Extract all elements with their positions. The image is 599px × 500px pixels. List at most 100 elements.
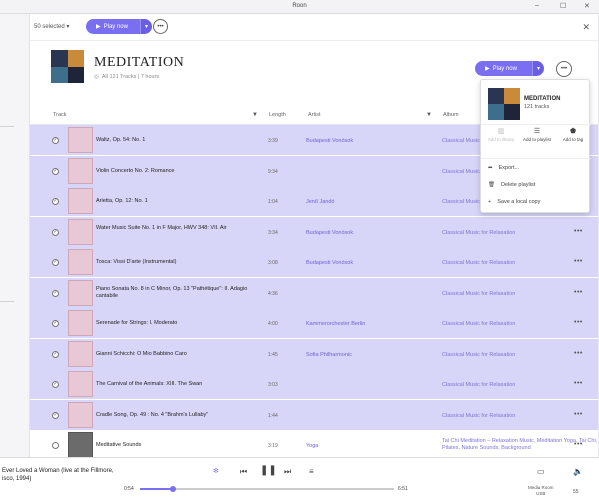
album-thumbnail bbox=[68, 188, 93, 214]
album-thumbnail bbox=[68, 432, 93, 458]
volume-level: 55 bbox=[573, 489, 579, 495]
add-to-tag-button[interactable]: ⬟ Add to tag bbox=[555, 128, 591, 143]
queue-icon[interactable]: ≡ bbox=[309, 467, 314, 476]
add-to-playlist-button[interactable]: ☰ Add to playlist bbox=[519, 128, 555, 143]
track-length: 3:03 bbox=[268, 382, 278, 388]
playlist-play-options-button[interactable]: ▾ bbox=[532, 61, 544, 76]
row-more-icon[interactable]: ••• bbox=[574, 289, 583, 296]
track-artist[interactable]: Budapesti Vonósok bbox=[306, 230, 353, 236]
track-album[interactable]: Classical Music for Relaxation bbox=[442, 382, 515, 388]
row-checkbox[interactable]: ✓ bbox=[52, 320, 59, 327]
window-close-icon[interactable]: ✕ bbox=[584, 2, 590, 10]
seek-handle[interactable] bbox=[170, 486, 177, 492]
row-checkbox[interactable]: ✓ bbox=[52, 228, 59, 236]
track-artist[interactable]: Kammerorchester Berlin bbox=[306, 321, 365, 327]
table-row[interactable]: Meditative Sounds 3:19 Yoga Tai Chi Meditat… bbox=[30, 430, 598, 460]
radio-icon[interactable]: ✻ bbox=[213, 467, 219, 475]
playlist-context-menu: MEDITATION 121 tracks ▥ Add to library ☰… bbox=[480, 79, 591, 213]
row-more-icon[interactable]: ••• bbox=[574, 319, 583, 326]
track-title[interactable]: Cradle Song, Op. 49 : No. 4 "Brahm's Lul… bbox=[96, 412, 266, 419]
volume-icon[interactable]: 🔈 bbox=[573, 467, 583, 476]
selection-count-dropdown[interactable]: 50 selected ▾ bbox=[34, 23, 69, 30]
track-title[interactable]: Arietta, Op. 12: No. 1 bbox=[96, 198, 266, 205]
track-title[interactable]: The Carnival of the Animals: XIII. The S… bbox=[96, 381, 266, 388]
track-artist[interactable]: Budapesti Vonósok bbox=[306, 138, 353, 144]
column-track[interactable]: Track bbox=[53, 112, 67, 118]
track-length: 1:45 bbox=[268, 351, 278, 358]
row-checkbox[interactable]: ✓ bbox=[52, 259, 59, 266]
table-row[interactable]: ✓ The Carnival of the Animals: XIII. The … bbox=[30, 369, 598, 399]
selection-bar: 50 selected ▾ ▶ Play now ▾ ••• ✕ bbox=[30, 14, 598, 41]
track-title[interactable]: Tosca: Vissi D'arte (Instrumental) bbox=[96, 259, 266, 266]
row-more-icon[interactable]: ••• bbox=[574, 350, 583, 357]
filter-icon[interactable]: ▼ bbox=[426, 112, 432, 118]
menu-track-count: 121 tracks bbox=[524, 104, 550, 110]
table-row[interactable]: ✓ Cradle Song, Op. 49 : No. 4 "Brahm's Lu… bbox=[30, 399, 598, 430]
row-checkbox[interactable]: ✓ bbox=[52, 167, 59, 175]
track-title[interactable]: Water Music Suite No. 1 in F Major, HWV … bbox=[96, 225, 266, 232]
now-playing-title[interactable]: Ever Loved a Woman (live at the Fillmore… bbox=[2, 467, 114, 483]
globe-icon: ◎ bbox=[94, 74, 99, 80]
track-album[interactable]: Classical Music for Relaxation bbox=[442, 321, 515, 327]
column-length[interactable]: Length bbox=[269, 112, 286, 118]
table-row[interactable]: ✓ Water Music Suite No. 1 in F Major, HWV… bbox=[30, 216, 598, 247]
maximize-icon[interactable]: ☐ bbox=[560, 2, 566, 10]
minimize-icon[interactable]: – bbox=[535, 2, 539, 9]
track-title[interactable]: Waltz, Op. 54: No. 1 bbox=[96, 137, 266, 144]
more-dots-icon: ••• bbox=[157, 23, 164, 30]
track-title[interactable]: Violin Concerto No. 2: Romance bbox=[96, 168, 266, 175]
track-album[interactable]: Classical Music for Relaxation bbox=[442, 260, 515, 266]
row-checkbox[interactable]: ✓ bbox=[52, 411, 59, 419]
seek-bar[interactable] bbox=[140, 486, 394, 492]
track-title[interactable]: Meditative Sounds bbox=[96, 442, 266, 449]
row-checkbox[interactable]: ✓ bbox=[52, 350, 59, 358]
table-row[interactable]: ✓ Tosca: Vissi D'arte (Instrumental) 3:08 B… bbox=[30, 247, 598, 277]
track-album[interactable]: Classical Music for Relaxation bbox=[442, 230, 515, 236]
track-artist[interactable]: Budapesti Vonósok bbox=[306, 260, 353, 266]
selection-more-button[interactable]: ••• bbox=[153, 19, 168, 34]
track-length: 3:08 bbox=[268, 260, 278, 266]
row-checkbox[interactable]: ✓ bbox=[52, 137, 59, 144]
playlist-play-now-button[interactable]: ▶ Play now bbox=[475, 61, 532, 76]
track-title[interactable]: Gianni Schicchi: O Mio Babbino Caro bbox=[96, 351, 266, 358]
seek-progress bbox=[140, 488, 174, 490]
pause-icon[interactable]: ❚❚ bbox=[260, 465, 277, 476]
column-album[interactable]: Album bbox=[443, 112, 459, 118]
selection-play-now-button[interactable]: ▶ Play now bbox=[86, 19, 140, 34]
row-checkbox[interactable] bbox=[52, 442, 59, 449]
menu-playlist-cover bbox=[488, 88, 520, 120]
row-more-icon[interactable]: ••• bbox=[574, 258, 583, 265]
track-title[interactable]: Piano Sonata No. 8 in C Minor, Op. 13 "P… bbox=[96, 286, 266, 300]
menu-item-save-local-copy[interactable]: + Save a local copy bbox=[488, 199, 540, 205]
selection-play-options-button[interactable]: ▾ bbox=[140, 19, 152, 34]
row-more-icon[interactable]: ••• bbox=[574, 228, 583, 235]
row-more-icon[interactable]: ••• bbox=[574, 441, 583, 448]
track-artist[interactable]: Sofia Philharmonic bbox=[306, 352, 352, 358]
track-title[interactable]: Serenade for Strings: I. Moderato bbox=[96, 320, 266, 327]
row-more-icon[interactable]: ••• bbox=[574, 411, 583, 418]
add-to-library-button[interactable]: ▥ Add to library bbox=[483, 128, 519, 143]
table-row[interactable]: ✓ Gianni Schicchi: O Mio Babbino Caro 1:45… bbox=[30, 338, 598, 369]
speaker-zone-icon[interactable]: ▭ bbox=[537, 467, 545, 476]
zone-label[interactable]: Media Room USB bbox=[528, 485, 554, 497]
table-row[interactable]: ✓ Piano Sonata No. 8 in C Minor, Op. 13 "… bbox=[30, 277, 598, 308]
close-icon[interactable]: ✕ bbox=[582, 22, 590, 33]
filter-icon[interactable]: ▼ bbox=[252, 112, 258, 118]
row-more-icon[interactable]: ••• bbox=[574, 380, 583, 387]
track-artist[interactable]: Yoga bbox=[306, 443, 318, 449]
playlist-more-button[interactable]: ••• bbox=[556, 61, 572, 77]
column-artist[interactable]: Artist bbox=[308, 112, 321, 118]
row-checkbox[interactable]: ✓ bbox=[52, 289, 59, 297]
track-artist[interactable]: Jenő Jandó bbox=[306, 199, 334, 205]
track-album[interactable]: Classical Music for Relaxation bbox=[442, 291, 515, 297]
row-checkbox[interactable]: ✓ bbox=[52, 381, 59, 388]
row-checkbox[interactable]: ✓ bbox=[52, 198, 59, 205]
menu-item-delete-playlist[interactable]: 🗑 Delete playlist bbox=[488, 182, 535, 188]
previous-track-icon[interactable]: ⏮ bbox=[240, 467, 247, 477]
next-track-icon[interactable]: ⏭ bbox=[284, 467, 291, 477]
table-row[interactable]: ✓ Serenade for Strings: I. Moderato 4:00 Ka… bbox=[30, 308, 598, 338]
track-album[interactable]: Classical Music for Relaxation bbox=[442, 352, 515, 358]
menu-item-export[interactable]: ➦ Export... bbox=[488, 165, 519, 171]
track-album[interactable]: Classical Music for Relaxation bbox=[442, 413, 515, 419]
playlist-cover bbox=[51, 50, 84, 83]
